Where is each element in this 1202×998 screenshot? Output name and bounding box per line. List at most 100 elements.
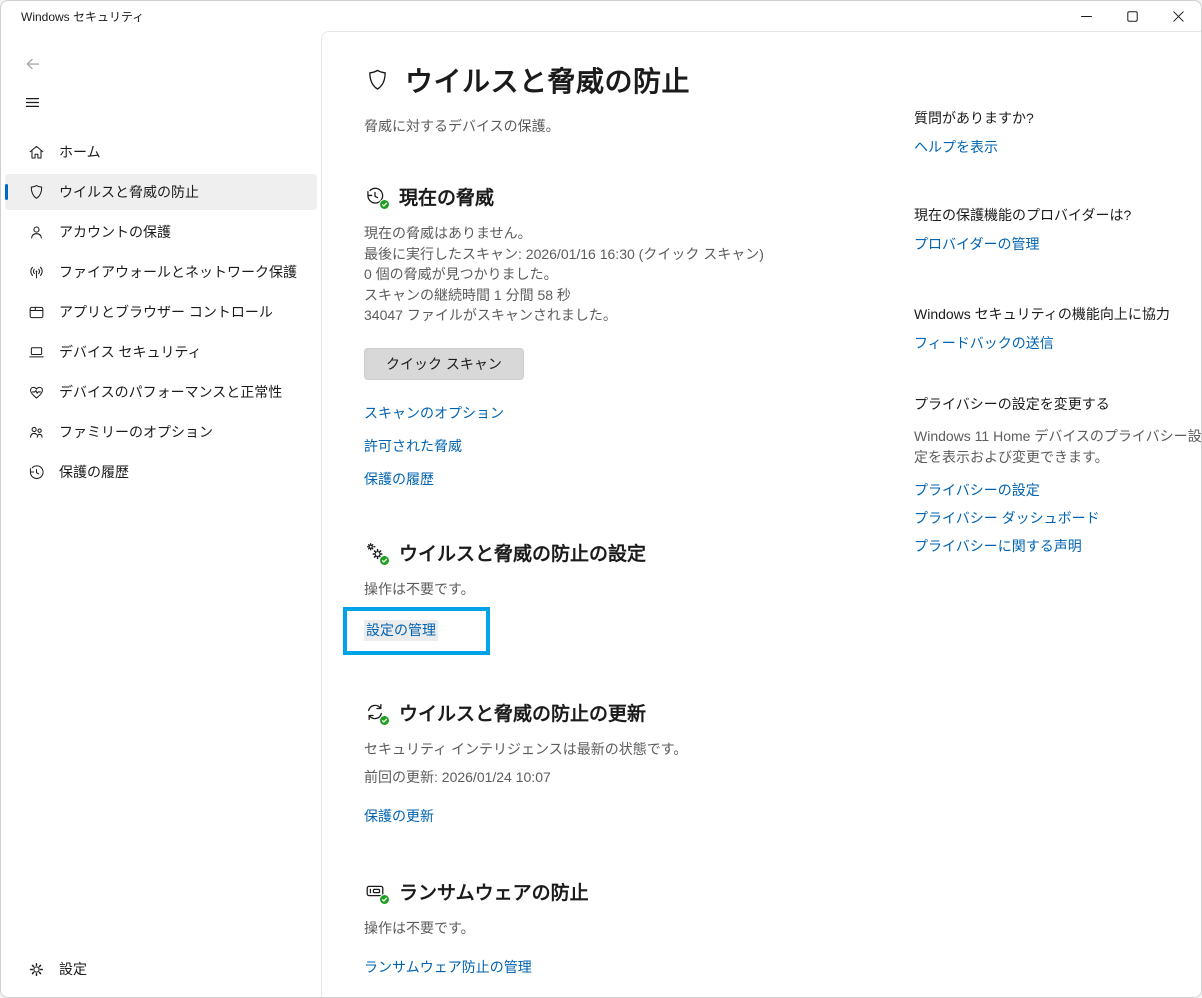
aside-heading: 現在の保護機能のプロバイダーは?	[914, 207, 1132, 223]
family-icon	[26, 422, 46, 442]
sidebar-item-home[interactable]: ホーム	[5, 134, 317, 170]
heart-pulse-icon	[26, 382, 46, 402]
privacy-links: プライバシーの設定 プライバシー ダッシュボード プライバシーに関する声明	[914, 481, 1201, 556]
sidebar-item-label: 設定	[59, 961, 87, 977]
minimize-icon	[1080, 15, 1092, 17]
sidebar-item-label: アカウントの保護	[59, 224, 171, 240]
maximize-icon	[1126, 10, 1138, 22]
history-icon	[26, 462, 46, 482]
sidebar-item-label: デバイス セキュリティ	[59, 344, 202, 360]
aside-block-provider: 現在の保護機能のプロバイダーは? プロバイダーの管理	[914, 205, 1201, 254]
window-controls	[1063, 1, 1201, 31]
protection-history-link[interactable]: 保護の履歴	[364, 470, 914, 489]
page-subtitle: 脅威に対するデバイスの保護。	[364, 118, 560, 134]
hamburger-icon	[25, 98, 40, 107]
sidebar-item-account-protection[interactable]: アカウントの保護	[5, 214, 317, 250]
sidebar-item-device-security[interactable]: デバイス セキュリティ	[5, 334, 317, 370]
sidebar-item-settings[interactable]: 設定	[5, 951, 317, 987]
sidebar-item-label: ファイアウォールとネットワーク保護	[59, 264, 297, 280]
manage-settings-link[interactable]: 設定の管理	[364, 619, 438, 641]
back-arrow-icon	[26, 58, 40, 70]
close-icon	[1172, 10, 1184, 22]
quick-scan-button[interactable]: クイック スキャン	[364, 347, 524, 380]
menu-button[interactable]	[18, 88, 47, 120]
aside-block-feedback: Windows セキュリティの機能向上に協力 フィードバックの送信	[914, 304, 1201, 353]
sidebar-item-label: ウイルスと脅威の防止	[59, 184, 199, 200]
home-icon	[26, 142, 46, 162]
aside-heading: Windows セキュリティの機能向上に協力	[914, 306, 1170, 322]
windows-security-window: Windows セキュリティ ホーム ウイルスと脅威の防止 アカウントの保護 フ…	[0, 0, 1202, 998]
send-feedback-link[interactable]: フィードバックの送信	[914, 334, 1054, 353]
manage-ransomware-link[interactable]: ランサムウェア防止の管理	[364, 958, 532, 977]
check-badge	[379, 554, 390, 566]
sidebar-item-label: アプリとブラウザー コントロール	[59, 304, 273, 320]
minimize-button[interactable]	[1063, 1, 1109, 31]
section-title: ランサムウェアの防止	[399, 883, 589, 904]
refresh-check-icon	[364, 701, 390, 726]
section-current-threats: 現在の脅威 現在の脅威はありません。 最後に実行したスキャン: 2026/01/…	[364, 183, 914, 489]
aside-heading: プライバシーの設定を変更する	[914, 396, 1110, 412]
gear-icon	[26, 959, 46, 979]
sidebar-item-firewall-network[interactable]: ファイアウォールとネットワーク保護	[5, 254, 317, 290]
sidebar-item-label: ホーム	[59, 144, 101, 160]
ransomware-status: 操作は不要です。	[364, 920, 475, 936]
files-scanned-line: 34047 ファイルがスキャンされました。	[364, 307, 617, 323]
shield-icon	[364, 67, 391, 94]
privacy-description: Windows 11 Home デバイスのプライバシー設定を表示および変更できま…	[914, 428, 1202, 465]
sidebar: ホーム ウイルスと脅威の防止 アカウントの保護 ファイアウォールとネットワーク保…	[1, 31, 321, 997]
show-help-link[interactable]: ヘルプを表示	[914, 138, 998, 157]
sidebar-item-label: 保護の履歴	[59, 464, 129, 480]
history-check-icon	[364, 185, 390, 210]
selected-accent-bar	[5, 184, 8, 200]
section-protection-settings: ウイルスと脅威の防止の設定 操作は不要です。 設定の管理	[343, 539, 914, 655]
page-header: ウイルスと脅威の防止	[364, 60, 914, 100]
last-update-line: 前回の更新: 2026/01/24 10:07	[364, 768, 551, 785]
section-protection-updates: ウイルスと脅威の防止の更新 セキュリティ インテリジェンスは最新の状態です。 前…	[364, 699, 914, 827]
check-badge	[379, 199, 390, 210]
main-column: ウイルスと脅威の防止 脅威に対するデバイスの保護。 現在の脅威 現在の脅威はあり…	[343, 60, 914, 997]
check-badge	[379, 714, 390, 726]
titlebar: Windows セキュリティ	[1, 1, 1201, 31]
network-icon	[26, 262, 46, 282]
last-scan-line: 最後に実行したスキャン: 2026/01/16 16:30 (クイック スキャン…	[364, 245, 764, 262]
aside-block-help: 質問がありますか? ヘルプを表示	[914, 108, 1201, 157]
section-title: ウイルスと脅威の防止の設定	[399, 543, 647, 565]
sidebar-item-protection-history[interactable]: 保護の履歴	[5, 454, 317, 490]
sidebar-nav: ホーム ウイルスと脅威の防止 アカウントの保護 ファイアウォールとネットワーク保…	[1, 134, 321, 490]
app-window-icon	[26, 302, 46, 322]
sidebar-item-app-browser-control[interactable]: アプリとブラウザー コントロール	[5, 294, 317, 330]
window-title: Windows セキュリティ	[21, 9, 145, 24]
scan-options-link[interactable]: スキャンのオプション	[364, 404, 914, 423]
settings-status: 操作は不要です。	[364, 580, 475, 597]
person-icon	[26, 222, 46, 242]
help-aside: 質問がありますか? ヘルプを表示 現在の保護機能のプロバイダーは? プロバイダー…	[914, 60, 1202, 997]
scan-duration-line: スキャンの継続時間 1 分間 58 秒	[364, 286, 571, 303]
laptop-icon	[26, 342, 46, 362]
threats-found-line: 0 個の脅威が見つかりました。	[364, 266, 558, 282]
section-title: ウイルスと脅威の防止の更新	[399, 703, 647, 725]
drive-check-icon	[364, 880, 390, 905]
gears-check-icon	[364, 541, 390, 566]
section-ransomware: ランサムウェアの防止 操作は不要です。 ランサムウェア防止の管理	[364, 878, 914, 977]
allowed-threats-link[interactable]: 許可された脅威	[364, 437, 914, 456]
sidebar-item-label: ファミリーのオプション	[59, 424, 213, 440]
check-badge	[379, 894, 390, 905]
close-button[interactable]	[1155, 1, 1201, 31]
back-button[interactable]	[18, 49, 48, 82]
privacy-settings-link[interactable]: プライバシーの設定	[914, 481, 1201, 500]
sidebar-item-device-performance[interactable]: デバイスのパフォーマンスと正常性	[5, 374, 317, 410]
sidebar-item-family-options[interactable]: ファミリーのオプション	[5, 414, 317, 450]
protection-updates-link[interactable]: 保護の更新	[364, 807, 434, 826]
page-title: ウイルスと脅威の防止	[405, 66, 691, 97]
maximize-button[interactable]	[1109, 1, 1155, 31]
aside-block-privacy: プライバシーの設定を変更する Windows 11 Home デバイスのプライバ…	[914, 394, 1202, 556]
section-title: 現在の脅威	[399, 188, 495, 209]
privacy-dashboard-link[interactable]: プライバシー ダッシュボード	[914, 509, 1201, 528]
privacy-statement-link[interactable]: プライバシーに関する声明	[914, 537, 1201, 556]
manage-providers-link[interactable]: プロバイダーの管理	[914, 235, 1039, 254]
updates-status: セキュリティ インテリジェンスは最新の状態です。	[364, 740, 688, 757]
sidebar-item-virus-threat-protection[interactable]: ウイルスと脅威の防止	[5, 174, 317, 210]
sidebar-item-label: デバイスのパフォーマンスと正常性	[59, 384, 283, 400]
aside-heading: 質問がありますか?	[914, 110, 1034, 126]
highlight-box: 設定の管理	[343, 606, 490, 655]
